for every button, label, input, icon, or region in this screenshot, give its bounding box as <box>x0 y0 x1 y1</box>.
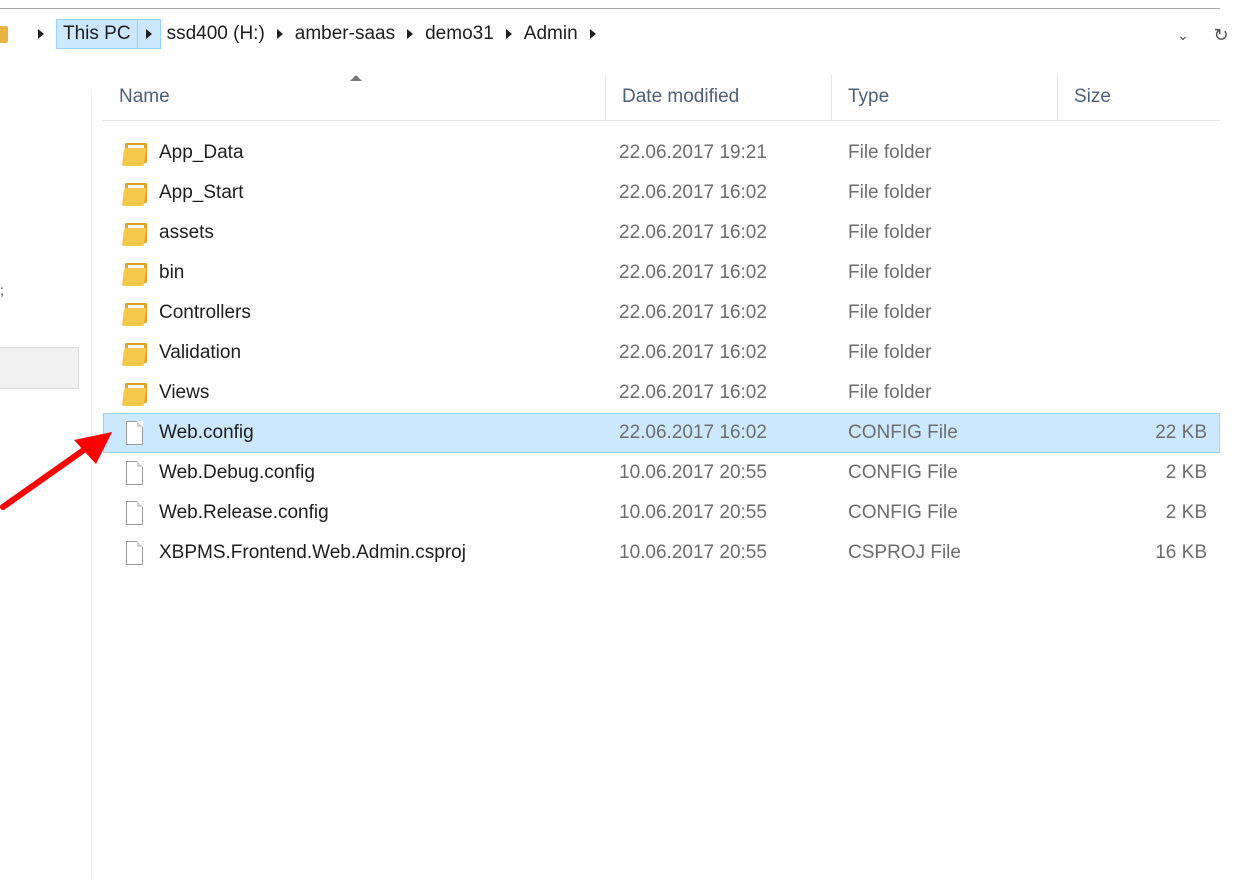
file-date: 22.06.2017 16:02 <box>619 222 767 243</box>
breadcrumb-this-pc[interactable]: This PC <box>56 19 161 49</box>
column-header-type[interactable]: Type <box>832 74 1058 120</box>
file-type: File folder <box>848 222 932 243</box>
breadcrumb-split <box>136 20 138 48</box>
file-date: 22.06.2017 16:02 <box>619 342 767 363</box>
address-bar-border <box>0 8 1220 9</box>
refresh-icon[interactable]: ↻ <box>1212 26 1230 44</box>
file-row[interactable]: bin 22.06.2017 16:02 File folder <box>103 253 1220 293</box>
address-bar[interactable]: This PC ssd400 (H:) amber-saas demo31 Ad… <box>0 8 1241 54</box>
breadcrumb[interactable]: This PC ssd400 (H:) amber-saas demo31 Ad… <box>30 19 608 49</box>
file-type: File folder <box>848 342 932 363</box>
file-name: Controllers <box>159 302 251 323</box>
file-date: 22.06.2017 16:02 <box>619 182 767 203</box>
file-row[interactable]: Validation 22.06.2017 16:02 File folder <box>103 333 1220 373</box>
file-date: 10.06.2017 20:55 <box>619 542 767 563</box>
chevron-right-icon[interactable] <box>589 29 596 39</box>
file-row[interactable]: XBPMS.Frontend.Web.Admin.csproj 10.06.201… <box>103 533 1220 573</box>
file-size: 22 KB <box>1155 422 1207 443</box>
file-type: File folder <box>848 382 932 403</box>
file-icon <box>121 540 149 566</box>
file-name: XBPMS.Frontend.Web.Admin.csproj <box>159 542 466 563</box>
file-row[interactable]: App_Data 22.06.2017 19:21 File folder <box>103 133 1220 173</box>
file-name: Web.Release.config <box>159 502 329 523</box>
breadcrumb-item-demo31[interactable]: demo31 <box>425 23 494 45</box>
folder-icon <box>121 140 149 166</box>
file-date: 22.06.2017 16:02 <box>619 422 767 443</box>
file-row[interactable]: Web.config 22.06.2017 16:02 CONFIG File 22 … <box>103 413 1220 453</box>
chevron-right-icon[interactable] <box>276 29 283 39</box>
file-row[interactable]: Web.Release.config 10.06.2017 20:55 CONFIG… <box>103 493 1220 533</box>
file-name: Views <box>159 382 210 403</box>
file-row[interactable]: assets 22.06.2017 16:02 File folder <box>103 213 1220 253</box>
file-row[interactable]: Web.Debug.config 10.06.2017 20:55 CONFIG F… <box>103 453 1220 493</box>
folder-icon <box>0 26 8 43</box>
folder-icon <box>121 340 149 366</box>
column-header-name-label: Name <box>119 86 170 107</box>
file-date: 22.06.2017 16:02 <box>619 262 767 283</box>
file-icon <box>121 460 149 486</box>
sort-ascending-icon <box>350 75 362 81</box>
file-name: assets <box>159 222 214 243</box>
chevron-right-icon[interactable] <box>145 29 152 39</box>
breadcrumb-item-this-pc[interactable]: This PC <box>57 23 137 45</box>
file-name: App_Data <box>159 142 244 163</box>
chevron-right-icon[interactable] <box>407 29 414 39</box>
file-type: CSPROJ File <box>848 542 961 563</box>
file-type: CONFIG File <box>848 462 958 483</box>
file-icon <box>121 420 149 446</box>
file-type: File folder <box>848 142 932 163</box>
file-type: CONFIG File <box>848 422 958 443</box>
breadcrumb-item-drive[interactable]: ssd400 (H:) <box>167 23 265 45</box>
chevron-down-icon[interactable]: ⌄ <box>1176 28 1190 42</box>
file-name: Web.Debug.config <box>159 462 315 483</box>
breadcrumb-item-admin[interactable]: Admin <box>524 23 578 45</box>
file-type: File folder <box>848 262 932 283</box>
column-header-size-label: Size <box>1074 86 1111 107</box>
folder-icon <box>121 180 149 206</box>
column-header-date-label: Date modified <box>622 86 740 107</box>
file-icon <box>121 500 149 526</box>
column-header-size[interactable]: Size <box>1058 74 1220 120</box>
chevron-right-icon[interactable] <box>38 29 44 39</box>
file-row[interactable]: App_Start 22.06.2017 16:02 File folder <box>103 173 1220 213</box>
file-name: Web.config <box>159 422 254 443</box>
folder-icon <box>121 300 149 326</box>
file-name: bin <box>159 262 185 283</box>
annotation-arrow <box>0 432 112 510</box>
file-size: 2 KB <box>1165 462 1207 483</box>
file-type: File folder <box>848 302 932 323</box>
file-size: 2 KB <box>1165 502 1207 523</box>
chevron-right-icon[interactable] <box>505 29 512 39</box>
file-name: App_Start <box>159 182 244 203</box>
folder-icon <box>121 260 149 286</box>
file-date: 10.06.2017 20:55 <box>619 462 767 483</box>
file-date: 22.06.2017 19:21 <box>619 142 767 163</box>
folder-icon <box>121 380 149 406</box>
file-date: 22.06.2017 16:02 <box>619 302 767 323</box>
file-type: File folder <box>848 182 932 203</box>
column-header-type-label: Type <box>848 86 890 107</box>
file-name: Validation <box>159 342 242 363</box>
folder-icon <box>121 220 149 246</box>
file-list: App_Data 22.06.2017 19:21 File folder App_S… <box>103 133 1220 573</box>
nav-item-selected[interactable] <box>0 347 79 389</box>
file-row[interactable]: Views 22.06.2017 16:02 File folder <box>103 373 1220 413</box>
file-row[interactable]: Controllers 22.06.2017 16:02 File folder <box>103 293 1220 333</box>
file-type: CONFIG File <box>848 502 958 523</box>
file-size: 16 KB <box>1155 542 1207 563</box>
nav-item-fragment[interactable]: ; <box>0 282 4 298</box>
breadcrumb-item-amber-saas[interactable]: amber-saas <box>295 23 395 45</box>
column-header-date[interactable]: Date modified <box>606 74 832 120</box>
column-header: Name Date modified Type Size <box>103 74 1220 121</box>
file-date: 10.06.2017 20:55 <box>619 502 767 523</box>
file-date: 22.06.2017 16:02 <box>619 382 767 403</box>
